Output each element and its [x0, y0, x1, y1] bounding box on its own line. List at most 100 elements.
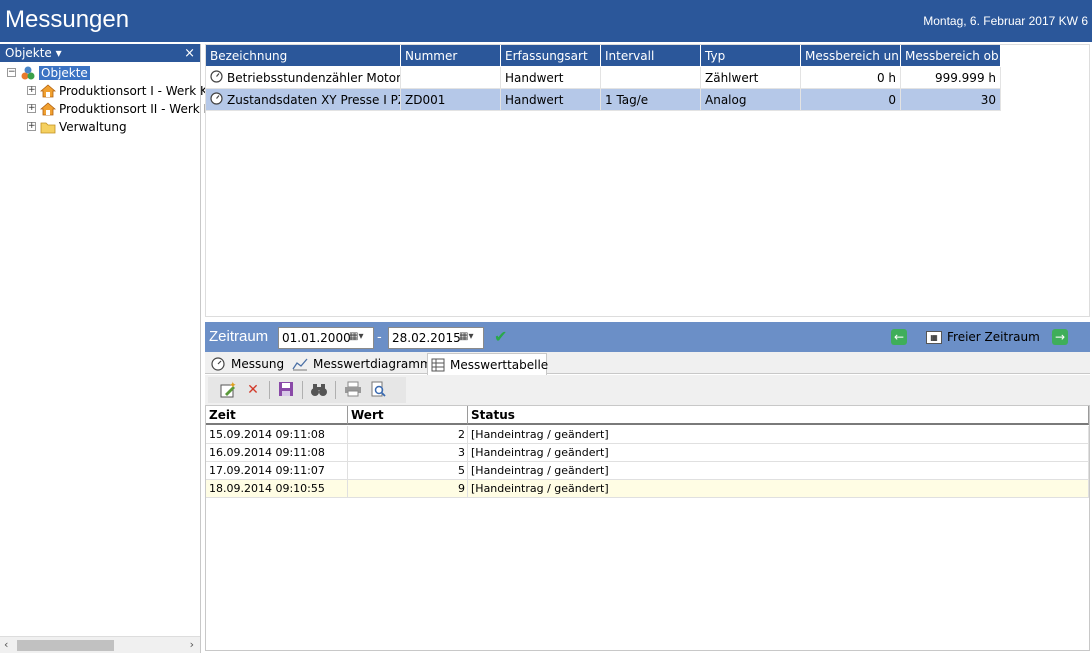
- cell-bezeichnung: Betriebsstundenzähler Motor P...: [227, 70, 401, 85]
- table-row[interactable]: Betriebsstundenzähler Motor P...: [206, 67, 401, 89]
- title-bar: Messungen Montag, 6. Februar 2017 KW 6: [0, 0, 1092, 42]
- cell-status[interactable]: [Handeintrag / geändert]: [468, 426, 1089, 444]
- save-icon[interactable]: [277, 381, 295, 399]
- tab-label[interactable]: Messung: [231, 357, 284, 371]
- date-from-picker[interactable]: 01.01.2000 ▦▾: [278, 327, 374, 349]
- gauge-icon: [210, 91, 223, 108]
- tree-node-label[interactable]: Produktionsort II - Werk M: [59, 102, 214, 116]
- cell-status[interactable]: [Handeintrag / geändert]: [468, 444, 1089, 462]
- cell-messbereich-oben: 999.999 h: [901, 67, 1001, 89]
- expand-icon[interactable]: +: [27, 86, 36, 95]
- scroll-right-icon[interactable]: ›: [190, 638, 194, 651]
- calendar-dropdown-icon[interactable]: ▦▾: [459, 331, 481, 345]
- current-date: Montag, 6. Februar 2017 KW 6: [923, 14, 1088, 28]
- cell-wert[interactable]: 9: [348, 480, 468, 498]
- collapse-icon[interactable]: −: [7, 68, 16, 77]
- cell-erfassungsart: Handwert: [501, 89, 601, 111]
- cell-wert[interactable]: 2: [348, 426, 468, 444]
- scroll-left-icon[interactable]: ‹: [4, 638, 8, 651]
- tree-node-label[interactable]: Objekte: [39, 65, 90, 80]
- period-preset-label[interactable]: Freier Zeitraum: [947, 330, 1040, 344]
- cell-intervall: 1 Tag/e: [601, 89, 701, 111]
- tree-node-produktionsort-1[interactable]: + Produktionsort I - Werk Kö: [27, 82, 215, 99]
- tree-node-verwaltung[interactable]: + Verwaltung: [27, 118, 127, 135]
- cell-bezeichnung: Zustandsdaten XY Presse I PZ60: [227, 92, 400, 107]
- values-table: Zeit Wert Status 15.09.2014 09:11:08 2 […: [205, 405, 1090, 651]
- cell-messbereich-unten: 0: [801, 89, 901, 111]
- tree-node-produktionsort-2[interactable]: + Produktionsort II - Werk M: [27, 100, 214, 117]
- svg-text:✦: ✦: [229, 381, 237, 391]
- calendar-icon: ▦: [926, 330, 942, 344]
- objects-panel: Objekte ▾ × − Objekte + Produktionsort I…: [0, 44, 215, 653]
- cell-zeit[interactable]: 17.09.2014 09:11:07: [206, 462, 348, 480]
- scrollbar-thumb[interactable]: [17, 640, 114, 651]
- column-header[interactable]: Erfassungsart: [501, 45, 601, 66]
- print-icon[interactable]: [344, 381, 362, 399]
- column-header[interactable]: Typ: [701, 45, 801, 66]
- delete-icon[interactable]: ✕: [244, 381, 262, 399]
- cell-zeit[interactable]: 15.09.2014 09:11:08: [206, 426, 348, 444]
- tab-label[interactable]: Messwerttabelle: [450, 358, 548, 372]
- cell-status[interactable]: [Handeintrag / geändert]: [468, 462, 1089, 480]
- detail-tabs: Messung Messwertdiagramm Messwerttabelle: [205, 352, 1090, 375]
- objects-panel-title[interactable]: Objekte ▾: [5, 46, 62, 60]
- toolbar-separator: [335, 381, 336, 399]
- objects-icon: [20, 66, 36, 80]
- period-preset-dropdown[interactable]: ▦ Freier Zeitraum ▼: [926, 330, 1058, 344]
- cell-wert[interactable]: 5: [348, 462, 468, 480]
- tab-messwerttabelle[interactable]: Messwerttabelle: [427, 353, 548, 375]
- zeitraum-label: Zeitraum: [209, 328, 269, 345]
- calendar-dropdown-icon[interactable]: ▦▾: [349, 331, 371, 345]
- new-entry-icon[interactable]: ✦: [219, 381, 237, 399]
- tab-messwertdiagramm[interactable]: Messwertdiagramm: [289, 353, 432, 374]
- cell-messbereich-oben: 30: [901, 89, 1001, 111]
- horizontal-scrollbar[interactable]: ‹ ›: [0, 636, 200, 653]
- expand-icon[interactable]: +: [27, 104, 36, 113]
- objects-panel-header[interactable]: Objekte ▾ ×: [0, 44, 200, 62]
- print-preview-icon[interactable]: [369, 381, 387, 399]
- column-header[interactable]: Intervall: [601, 45, 701, 66]
- cell-typ: Zählwert: [701, 67, 801, 89]
- column-header[interactable]: Zeit: [206, 406, 348, 425]
- table-row-selected[interactable]: Zustandsdaten XY Presse I PZ60: [206, 89, 401, 111]
- expand-icon[interactable]: +: [27, 122, 36, 131]
- date-to-value[interactable]: 28.02.2015: [392, 331, 461, 345]
- cell-zeit[interactable]: 18.09.2014 09:10:55: [206, 480, 348, 498]
- previous-period-icon[interactable]: ←: [891, 329, 907, 345]
- zeitraum-bar: Zeitraum 01.01.2000 ▦▾ - 28.02.2015 ▦▾ ✔…: [205, 322, 1090, 352]
- next-period-icon[interactable]: →: [1052, 329, 1068, 345]
- cell-nummer: ZD001: [401, 89, 501, 111]
- date-to-picker[interactable]: 28.02.2015 ▦▾: [388, 327, 484, 349]
- column-header[interactable]: Nummer: [401, 45, 501, 66]
- toolbar-separator: [269, 381, 270, 399]
- cell-status[interactable]: [Handeintrag / geändert]: [468, 480, 1089, 498]
- tab-messung[interactable]: Messung: [207, 353, 289, 374]
- date-separator: -: [377, 330, 382, 345]
- table-icon: [431, 358, 445, 372]
- tree-node-objekte[interactable]: − Objekte: [7, 64, 90, 81]
- measurements-grid: Bezeichnung Nummer Erfassungsart Interva…: [205, 44, 1090, 317]
- cell-erfassungsart: Handwert: [501, 67, 601, 89]
- column-header[interactable]: Bezeichnung: [206, 45, 401, 66]
- house-icon: [39, 101, 57, 116]
- cell-messbereich-unten: 0 h: [801, 67, 901, 89]
- cell-intervall: [601, 67, 701, 89]
- column-header[interactable]: Status: [468, 406, 1089, 425]
- column-header[interactable]: Messbereich un...: [801, 45, 901, 66]
- gauge-icon: [210, 356, 226, 371]
- cell-wert[interactable]: 3: [348, 444, 468, 462]
- close-icon[interactable]: ×: [184, 46, 195, 61]
- tab-label[interactable]: Messwertdiagramm: [313, 357, 432, 371]
- cell-zeit[interactable]: 16.09.2014 09:11:08: [206, 444, 348, 462]
- line-chart-icon: [292, 357, 308, 371]
- tree-node-label[interactable]: Verwaltung: [59, 120, 127, 134]
- column-header[interactable]: Wert: [348, 406, 468, 425]
- tree-node-label[interactable]: Produktionsort I - Werk Kö: [59, 84, 215, 98]
- cell-typ: Analog: [701, 89, 801, 111]
- binoculars-icon[interactable]: [310, 381, 328, 399]
- folder-icon: [40, 120, 56, 134]
- column-header[interactable]: Messbereich ob...: [901, 45, 1001, 66]
- apply-check-icon[interactable]: ✔: [494, 327, 507, 346]
- date-from-value[interactable]: 01.01.2000: [282, 331, 351, 345]
- window-title: Messungen: [5, 6, 130, 33]
